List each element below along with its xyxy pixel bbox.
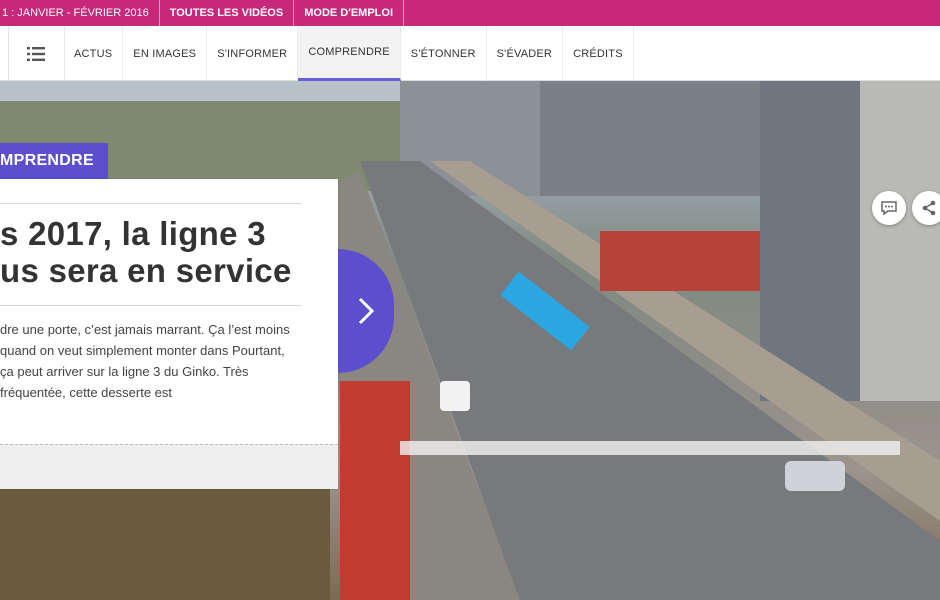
article-title-line1: s 2017, la ligne 3 (0, 215, 266, 252)
article-card: s 2017, la ligne 3 us sera en service dr… (0, 179, 338, 489)
top-bar: 1 : JANVIER - FÉVRIER 2016 TOUTES LES VI… (0, 0, 940, 26)
all-videos-link[interactable]: TOUTES LES VIDÉOS (160, 0, 295, 26)
tab-actus[interactable]: ACTUS (64, 26, 124, 81)
comment-button[interactable] (872, 191, 906, 225)
tab-s-etonner[interactable]: S'ÉTONNER (401, 26, 487, 81)
main-nav: ACTUS EN IMAGES S'INFORMER COMPRENDRE S'… (0, 26, 940, 81)
tab-s-evader[interactable]: S'ÉVADER (487, 26, 564, 81)
article-card-footer (0, 444, 338, 489)
category-badge: MPRENDRE (0, 143, 108, 179)
tab-s-informer[interactable]: S'INFORMER (207, 26, 299, 81)
user-guide-link[interactable]: MODE D'EMPLOI (294, 0, 405, 26)
hero-image: MPRENDRE s 2017, la ligne 3 us sera en s… (0, 81, 940, 600)
share-button[interactable] (912, 191, 940, 225)
article-title-line2: us sera en service (0, 252, 292, 289)
article-excerpt: dre une porte, c’est jamais marrant. Ça … (0, 322, 290, 400)
title-bottom-rule (0, 305, 301, 306)
title-top-rule (0, 203, 301, 204)
issue-link[interactable]: 1 : JANVIER - FÉVRIER 2016 (0, 0, 160, 26)
menu-button[interactable] (8, 26, 65, 81)
hamburger-list-icon (27, 46, 45, 61)
article-title: s 2017, la ligne 3 us sera en service (0, 215, 340, 289)
tab-comprendre[interactable]: COMPRENDRE (298, 26, 401, 81)
tab-en-images[interactable]: EN IMAGES (123, 26, 208, 81)
share-icon (922, 200, 936, 216)
tab-credits[interactable]: CRÉDITS (563, 26, 634, 81)
nav-tabs: ACTUS EN IMAGES S'INFORMER COMPRENDRE S'… (64, 26, 634, 81)
comment-icon (881, 201, 897, 216)
chevron-right-icon (358, 297, 375, 325)
